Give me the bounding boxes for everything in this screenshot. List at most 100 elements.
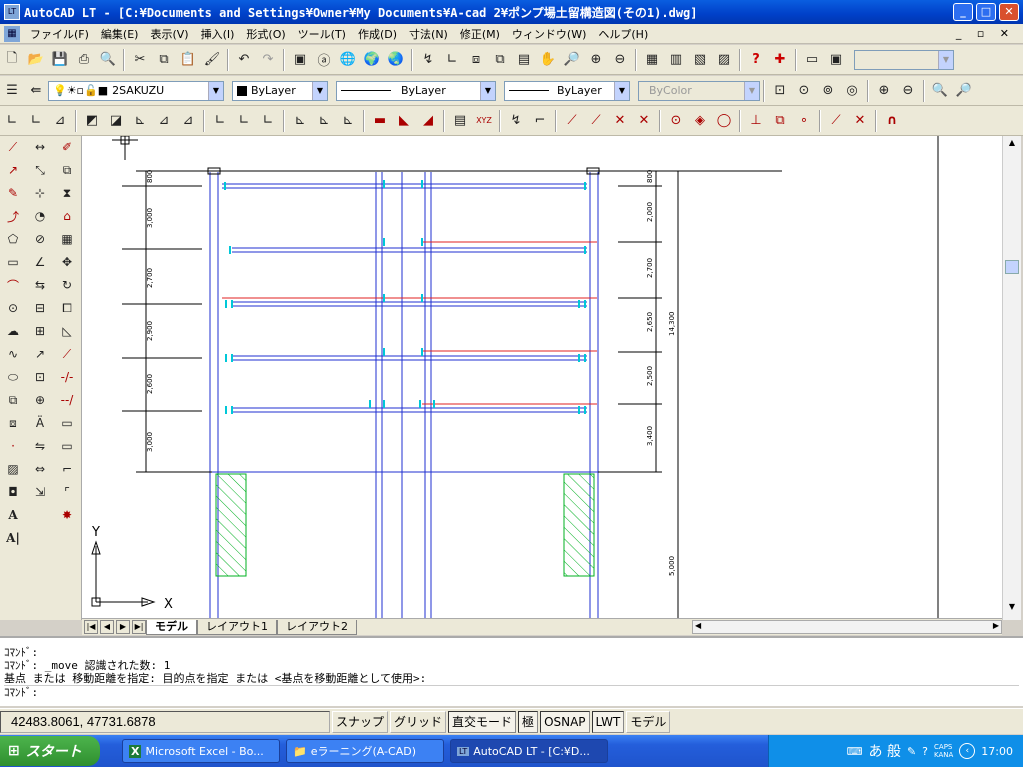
make-block-icon[interactable]: ⧈	[2, 412, 24, 434]
center-mark-icon[interactable]: ⊕	[29, 389, 51, 411]
named-views-icon[interactable]: ⧈	[465, 49, 487, 71]
start-button[interactable]: ⊞ スタート	[0, 736, 100, 766]
mtext-icon[interactable]: A	[2, 504, 24, 526]
osnap-nearest-icon[interactable]: ⟋	[825, 110, 847, 132]
stretch-icon[interactable]: ◺	[56, 320, 78, 342]
properties-icon[interactable]: ▤	[513, 49, 535, 71]
ucs-x-icon[interactable]: ∟	[209, 110, 231, 132]
layer-previous-icon[interactable]: ⇚	[25, 80, 47, 102]
drawing-canvas[interactable]: 800 3,000 2,700 2,900 2,600 3,000 800 2,…	[82, 136, 1002, 618]
keyboard-icon[interactable]: ⌨	[847, 745, 863, 758]
menu-window[interactable]: ウィンドウ(W)	[506, 26, 592, 42]
menu-format[interactable]: 形式(O)	[240, 26, 291, 42]
scroll-right-icon[interactable]: ▶	[993, 621, 999, 630]
scroll-up-icon[interactable]: ▲	[1005, 138, 1019, 150]
osnap-toggle[interactable]: OSNAP	[540, 710, 590, 733]
minimize-button[interactable]: _	[953, 3, 973, 21]
tool-palette-icon[interactable]: ▥	[665, 49, 687, 71]
break-icon[interactable]: ▭	[56, 412, 78, 434]
tab-layout1[interactable]: レイアウト1	[197, 619, 277, 635]
match-properties-icon[interactable]: 🖌	[201, 49, 223, 71]
tolerance-icon[interactable]: ⊡	[29, 366, 51, 388]
osnap-midpoint-icon[interactable]: ⟋	[585, 110, 607, 132]
osnap-temp-icon[interactable]: ↯	[505, 110, 527, 132]
snap-toggle[interactable]: スナップ	[332, 710, 389, 733]
open-file-icon[interactable]: 📂	[25, 49, 47, 71]
polyline-icon[interactable]: ✎	[2, 182, 24, 204]
dim-linear-v-icon[interactable]: ↔	[29, 136, 51, 158]
cut-icon[interactable]: ✂	[129, 49, 151, 71]
polygon-icon[interactable]: ⬠	[2, 228, 24, 250]
polar-toggle[interactable]: 極	[518, 710, 539, 733]
grid-toggle[interactable]: グリッド	[390, 710, 447, 733]
menu-file[interactable]: ファイル(F)	[24, 26, 95, 42]
menu-tools[interactable]: ツール(T)	[292, 26, 352, 42]
offset-icon[interactable]: ⌂	[56, 205, 78, 227]
text-xyz-icon[interactable]: XYZ	[473, 110, 495, 132]
ime-tools-icon[interactable]: ✎	[907, 745, 916, 758]
ucs-world-icon[interactable]: ∟	[1, 110, 23, 132]
table-icon[interactable]: ▦	[641, 49, 663, 71]
trim-icon[interactable]: -/-	[56, 366, 78, 388]
leader-icon[interactable]: ↗	[29, 343, 51, 365]
osnap-intersection-icon[interactable]: ✕	[609, 110, 631, 132]
chamfer-icon[interactable]: ⌐	[56, 458, 78, 480]
move-icon[interactable]: ✥	[56, 251, 78, 273]
color-combo[interactable]: ByLayer ▼	[232, 80, 328, 101]
new-file-icon[interactable]: 🗋	[1, 49, 23, 71]
ucs-named-icon[interactable]: ⊾	[313, 110, 335, 132]
browser-icon[interactable]: ⓐ	[313, 49, 335, 71]
ucs-z-icon[interactable]: ∟	[257, 110, 279, 132]
clock[interactable]: 17:00	[981, 745, 1013, 758]
line-icon[interactable]: ⟋	[2, 136, 24, 158]
dim-radius-icon[interactable]: ◔	[29, 205, 51, 227]
text-edit-icon[interactable]: ▤	[449, 110, 471, 132]
zoom-window-icon-2[interactable]: ⊡	[769, 80, 791, 102]
ucs-origin-icon[interactable]: ⊾	[129, 110, 151, 132]
osnap-perpendicular-icon[interactable]: ⊥	[745, 110, 767, 132]
menu-dimension[interactable]: 寸法(N)	[403, 26, 454, 42]
dim-text-edit-icon[interactable]: ⇋	[29, 435, 51, 457]
design-center-icon[interactable]: ▣	[289, 49, 311, 71]
coordinate-display[interactable]: 42483.8061, 47731.6878	[0, 710, 330, 733]
globe-link-icon[interactable]: 🌍	[361, 49, 383, 71]
point-icon[interactable]: ·	[2, 435, 24, 457]
join-icon[interactable]: ▭	[56, 435, 78, 457]
help-icon[interactable]: ?	[745, 49, 767, 71]
tab-model[interactable]: モデル	[146, 619, 197, 635]
linetype-combo[interactable]: ByLayer ▼	[336, 80, 496, 101]
task-autocad[interactable]: LT AutoCAD LT - [C:¥D...	[450, 739, 608, 763]
paste-icon[interactable]: 📋	[177, 49, 199, 71]
menu-edit[interactable]: 編集(E)	[95, 26, 145, 42]
revcloud-icon[interactable]: ☁	[2, 320, 24, 342]
zoom-dynamic-icon[interactable]: ⊙	[793, 80, 815, 102]
horizontal-scrollbar[interactable]: ◀ ▶	[692, 620, 1002, 634]
osnap-from-icon[interactable]: ⌐	[529, 110, 551, 132]
ucs-face-icon[interactable]: ⊿	[49, 110, 71, 132]
ucs-previous-icon[interactable]: ∟	[25, 110, 47, 132]
globe-icon[interactable]: 🌐	[337, 49, 359, 71]
osnap-none-icon[interactable]: ✕	[849, 110, 871, 132]
explode-icon[interactable]: ✸	[56, 504, 78, 526]
dim-angular-icon[interactable]: ∠	[29, 251, 51, 273]
osnap-apparent-icon[interactable]: ✕	[633, 110, 655, 132]
osnap-settings-icon[interactable]: ∩	[881, 110, 903, 132]
scroll-thumb[interactable]	[1005, 260, 1019, 274]
zoom-realtime-icon[interactable]: 🔎	[561, 49, 583, 71]
help-tray-icon[interactable]: ?	[922, 745, 928, 758]
menu-help[interactable]: ヘルプ(H)	[592, 26, 654, 42]
dim-leader-icon[interactable]: ◢	[417, 110, 439, 132]
print-icon[interactable]: ⎙	[73, 49, 95, 71]
ime-mode[interactable]: あ 般	[869, 741, 901, 761]
hatch-icon[interactable]: ▨	[2, 458, 24, 480]
dim-quick-icon[interactable]: ⇆	[29, 274, 51, 296]
document-icon[interactable]: ▦	[4, 25, 20, 42]
scale-icon[interactable]: ⧠	[56, 297, 78, 319]
xline-icon[interactable]: ↗	[2, 159, 24, 181]
scroll-left-icon[interactable]: ◀	[695, 621, 701, 630]
extend-icon[interactable]: --/	[56, 389, 78, 411]
zoom-out-icon[interactable]: ⊖	[897, 80, 919, 102]
layer-manager-icon[interactable]: ☰	[1, 80, 23, 102]
zoom-all-icon[interactable]: 🔍	[929, 80, 951, 102]
menu-draw[interactable]: 作成(D)	[352, 26, 403, 42]
